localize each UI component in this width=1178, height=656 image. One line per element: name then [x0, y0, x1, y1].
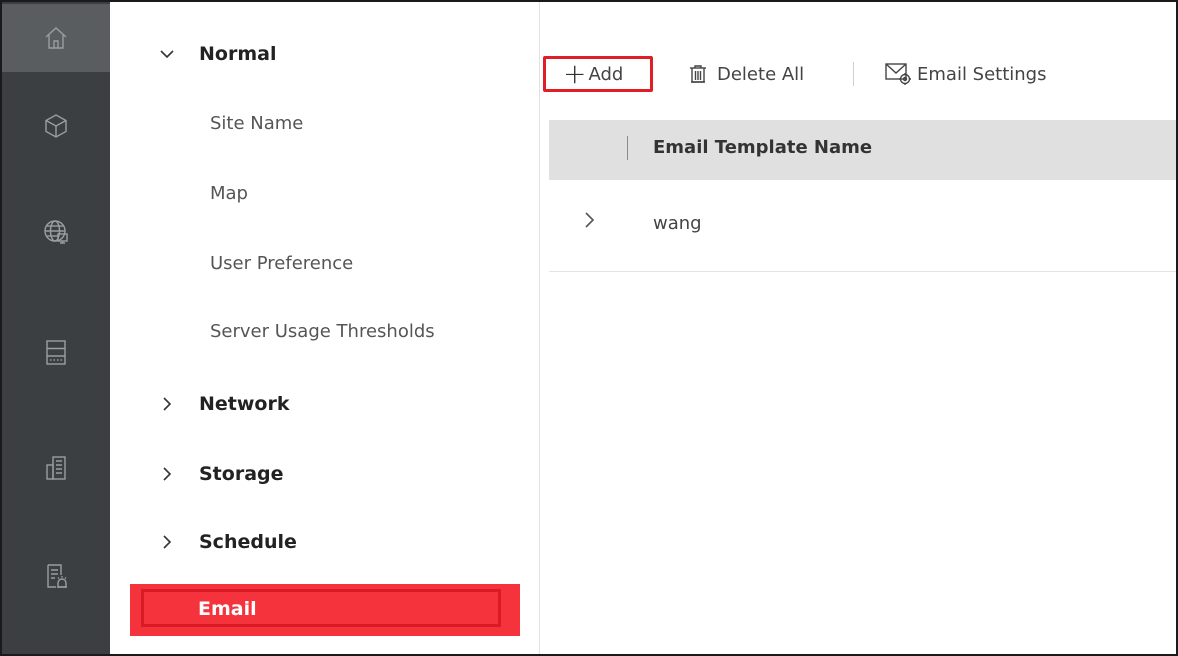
- home-icon: [45, 27, 67, 49]
- email-settings-label: Email Settings: [917, 63, 1047, 85]
- chevron-down-icon: [158, 45, 176, 63]
- column-header-email-template-name[interactable]: Email Template Name: [653, 137, 872, 158]
- plus-icon: +: [563, 57, 587, 90]
- rail-home[interactable]: [2, 4, 110, 72]
- toolbar: + Add Delete All Email Settings: [541, 50, 1176, 100]
- menu-group-network[interactable]: Network: [110, 384, 540, 424]
- email-content: + Add Delete All Email Settings Email Te…: [541, 2, 1176, 654]
- menu-group-normal[interactable]: Normal: [110, 34, 540, 74]
- menu-group-label: Network: [199, 393, 290, 415]
- email-settings-icon: [885, 63, 911, 85]
- chevron-right-icon: [158, 395, 176, 413]
- rail-log[interactable]: [2, 542, 110, 610]
- highlight-box: [141, 589, 501, 627]
- add-button-label: Add: [588, 63, 624, 85]
- menu-item-email[interactable]: Email: [130, 584, 520, 636]
- template-name-cell: wang: [653, 213, 702, 234]
- app-window: Normal Site Name Map User Preference Ser…: [0, 0, 1178, 656]
- menu-group-schedule[interactable]: Schedule: [110, 522, 540, 562]
- menu-group-storage[interactable]: Storage: [110, 454, 540, 494]
- chevron-right-icon[interactable]: [579, 210, 599, 230]
- menu-item-site-name[interactable]: Site Name: [210, 110, 303, 138]
- rail-site[interactable]: [2, 434, 110, 502]
- menu-item-email-label: Email: [198, 598, 257, 620]
- menu-group-label: Normal: [199, 43, 277, 65]
- delete-all-button[interactable]: Delete All: [687, 56, 804, 92]
- cube-icon: [45, 114, 67, 138]
- trash-icon: [690, 65, 706, 83]
- toolbar-divider: [853, 62, 854, 86]
- menu-item-server-usage-thresholds[interactable]: Server Usage Thresholds: [210, 318, 435, 346]
- chevron-right-icon: [158, 533, 176, 551]
- log-alarm-icon: [47, 564, 67, 588]
- email-settings-button[interactable]: Email Settings: [885, 56, 1047, 92]
- settings-menu: Normal Site Name Map User Preference Ser…: [110, 2, 540, 654]
- rail-network[interactable]: [2, 198, 110, 266]
- delete-all-label: Delete All: [717, 63, 805, 85]
- globe-network-icon: [44, 220, 68, 244]
- chevron-right-icon: [158, 465, 176, 483]
- rail-storage[interactable]: [2, 318, 110, 386]
- table-header: Email Template Name: [549, 120, 1176, 180]
- menu-item-user-preference[interactable]: User Preference: [210, 250, 353, 278]
- menu-group-label: Storage: [199, 463, 284, 485]
- menu-group-label: Schedule: [199, 531, 297, 553]
- column-divider: [627, 136, 628, 160]
- server-icon: [46, 340, 66, 365]
- building-icon: [46, 456, 66, 480]
- add-button[interactable]: + Add: [543, 56, 653, 92]
- rail-devices[interactable]: [2, 92, 110, 160]
- nav-rail: [2, 2, 110, 654]
- table-row[interactable]: wang: [549, 180, 1176, 272]
- menu-item-map[interactable]: Map: [210, 180, 248, 208]
